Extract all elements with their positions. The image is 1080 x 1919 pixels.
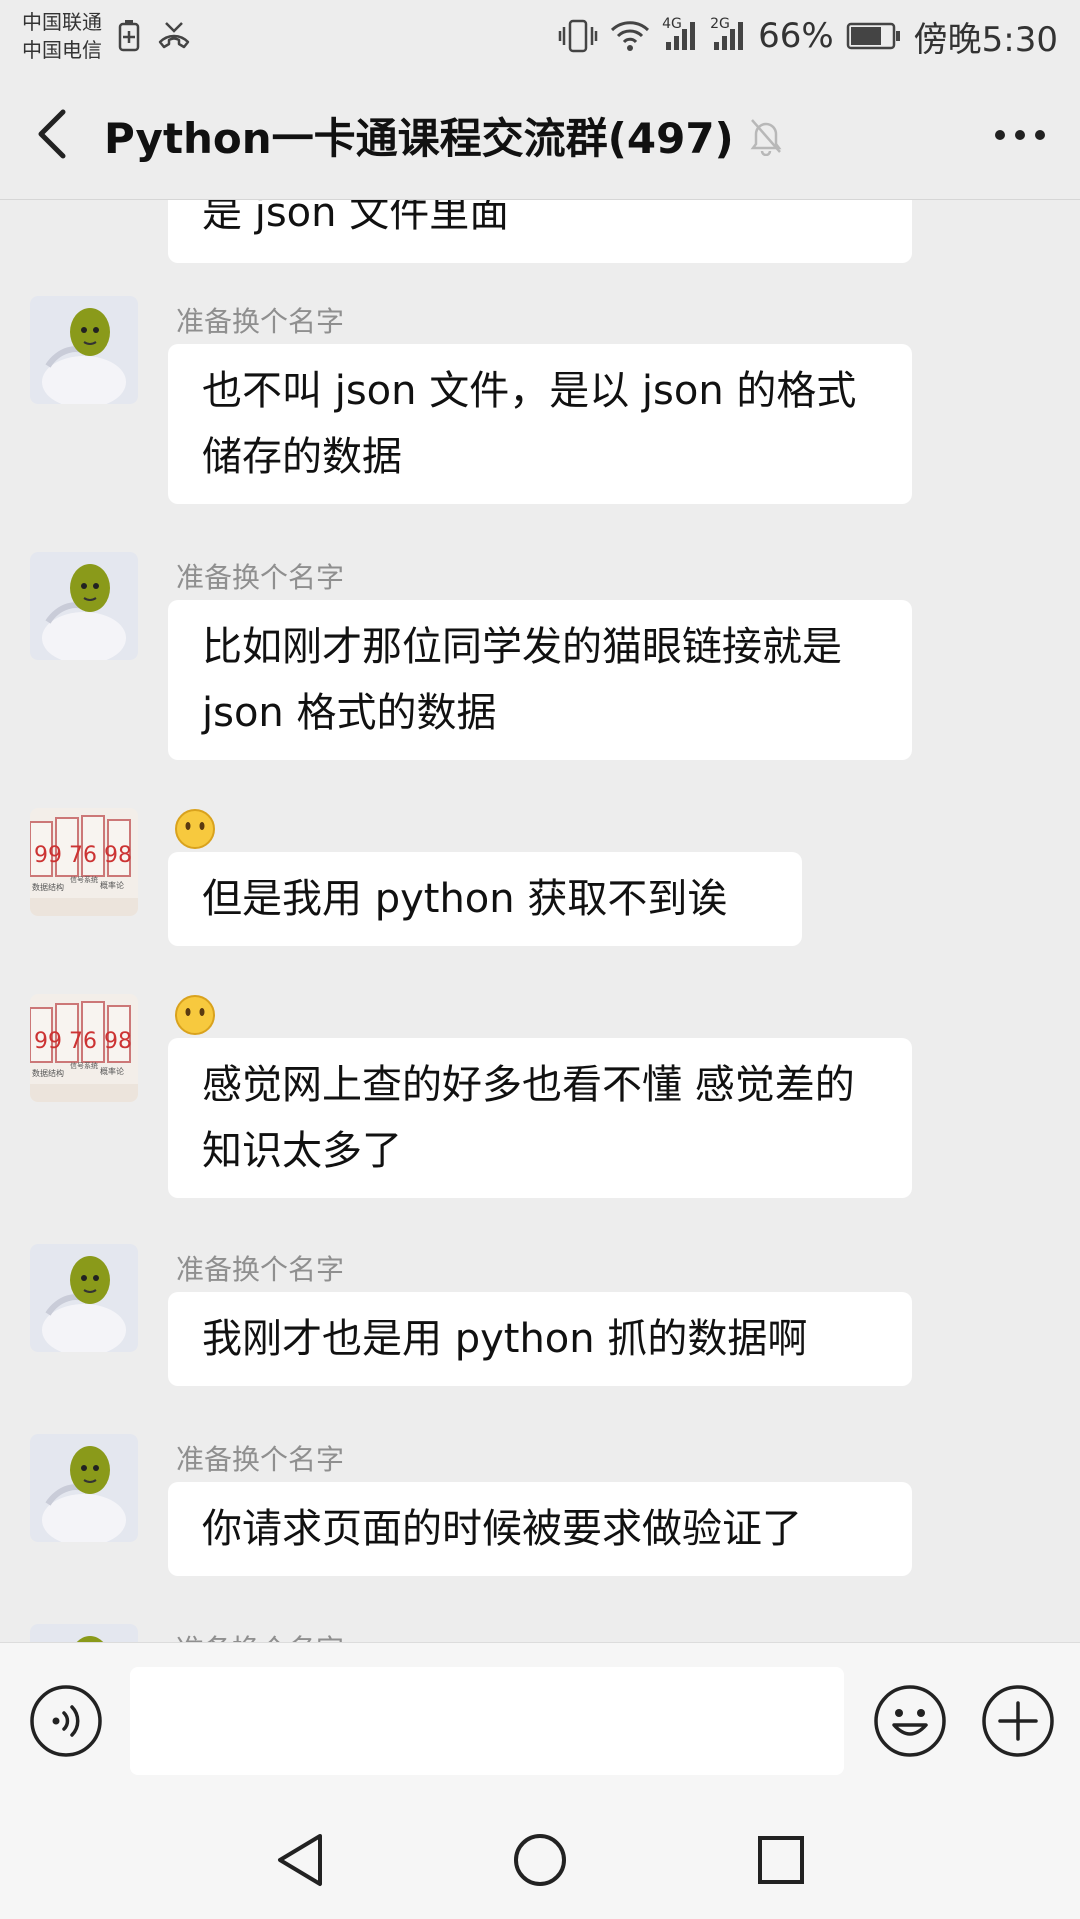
back-button[interactable]: [0, 72, 104, 200]
system-recents-button[interactable]: [756, 1832, 806, 1892]
message-text: 我刚才也是用 python 抓的数据啊: [202, 1316, 808, 1362]
avatar-number: 99 76 98: [34, 1029, 132, 1054]
voice-button[interactable]: [28, 1683, 104, 1763]
carrier-labels: 中国联通 中国电信: [22, 8, 102, 64]
avatar-caption: 概率论: [100, 1066, 124, 1076]
message-bubble[interactable]: 是 json 文件里面: [168, 200, 912, 263]
emoji-button[interactable]: [872, 1683, 948, 1763]
avatar[interactable]: [30, 1624, 138, 1642]
message-bubble[interactable]: 但是我用 python 获取不到诶: [168, 852, 802, 946]
sender-name: 准备换个名字: [176, 1253, 345, 1286]
avatar[interactable]: [30, 296, 138, 404]
status-bar: 中国联通 中国电信 4G 2G 66% 傍晚5:30: [0, 0, 1080, 72]
avatar[interactable]: 99 76 98 数据结构 信号系统 概率论: [30, 994, 138, 1102]
message-bubble[interactable]: 我刚才也是用 python 抓的数据啊: [168, 1292, 912, 1386]
page-title: Python一卡通课程交流群(497): [104, 114, 734, 163]
status-left: 中国联通 中国电信: [22, 8, 192, 64]
system-navigation-bar: [0, 1804, 1080, 1919]
neutral-face-emoji-icon: [174, 994, 216, 1040]
sender-name: 准备换个名字: [176, 1443, 345, 1476]
chevron-left-icon: [35, 108, 69, 164]
message-input[interactable]: [130, 1667, 844, 1775]
system-home-button[interactable]: [512, 1832, 568, 1892]
avatar-caption: 信号系统: [70, 1061, 98, 1070]
avatar-caption: 信号系统: [70, 875, 98, 884]
chat-header: Python一卡通课程交流群(497): [0, 72, 1080, 200]
wifi-icon: [610, 20, 650, 52]
message-bubble[interactable]: 感觉网上查的好多也看不懂 感觉差的知识太多了: [168, 1038, 912, 1198]
message-bubble[interactable]: 比如刚才那位同学发的猫眼链接就是 json 格式的数据: [168, 600, 912, 760]
input-bar: [0, 1642, 1080, 1804]
sender-name: 准备换个名字: [176, 561, 345, 594]
message-list[interactable]: 是 json 文件里面 准备换个名字 也不叫 json 文件，是以 json 的…: [0, 200, 1080, 1642]
signal-4g-icon: 4G: [662, 16, 698, 52]
avatar[interactable]: [30, 552, 138, 660]
message-bubble[interactable]: 也不叫 json 文件，是以 json 的格式储存的数据: [168, 344, 912, 504]
signal-2g-icon: 2G: [710, 16, 746, 52]
avatar-caption: 概率论: [100, 880, 124, 890]
sender-name: 准备换个名字: [176, 1628, 344, 1642]
sender-name: 准备换个名字: [176, 305, 345, 338]
message-text: 比如刚才那位同学发的猫眼链接就是 json 格式的数据: [202, 624, 842, 736]
message-text: 感觉网上查的好多也看不懂 感觉差的知识太多了: [202, 1062, 855, 1174]
plus-icon: [980, 1685, 1056, 1763]
battery-icon: [846, 21, 902, 51]
message-text: 也不叫 json 文件，是以 json 的格式储存的数据: [202, 368, 857, 480]
status-right: 4G 2G 66% 傍晚5:30: [558, 12, 1058, 61]
more-icon: [994, 126, 1046, 145]
system-back-button[interactable]: [274, 1832, 326, 1892]
avatar-caption: 数据结构: [32, 1068, 64, 1078]
network-2g-label: 2G: [710, 16, 730, 32]
avatar[interactable]: [30, 1244, 138, 1352]
emoji-icon: [872, 1685, 948, 1763]
carrier-1: 中国联通: [22, 10, 102, 34]
message-text: 是 json 文件里面: [202, 200, 510, 236]
clock: 傍晚5:30: [913, 19, 1058, 60]
avatar-caption: 数据结构: [32, 882, 64, 892]
neutral-face-emoji-icon: [174, 808, 216, 854]
network-4g-label: 4G: [662, 16, 682, 32]
carrier-2: 中国电信: [22, 38, 102, 62]
sim-card-icon: [118, 20, 140, 52]
missed-call-icon: [156, 20, 192, 52]
avatar[interactable]: [30, 1434, 138, 1542]
more-button[interactable]: [960, 72, 1080, 200]
vibrate-icon: [558, 19, 598, 53]
message-text: 你请求页面的时候被要求做验证了: [202, 1506, 802, 1552]
battery-percent: 66%: [758, 16, 834, 56]
message-text: 但是我用 python 获取不到诶: [202, 876, 728, 922]
more-functions-button[interactable]: [980, 1683, 1056, 1763]
message-bubble[interactable]: 你请求页面的时候被要求做验证了: [168, 1482, 912, 1576]
avatar-number: 99 76 98: [34, 843, 132, 868]
avatar[interactable]: 99 76 98 数据结构 信号系统 概率论: [30, 808, 138, 916]
voice-icon: [28, 1685, 104, 1763]
bell-off-icon: [748, 116, 784, 156]
